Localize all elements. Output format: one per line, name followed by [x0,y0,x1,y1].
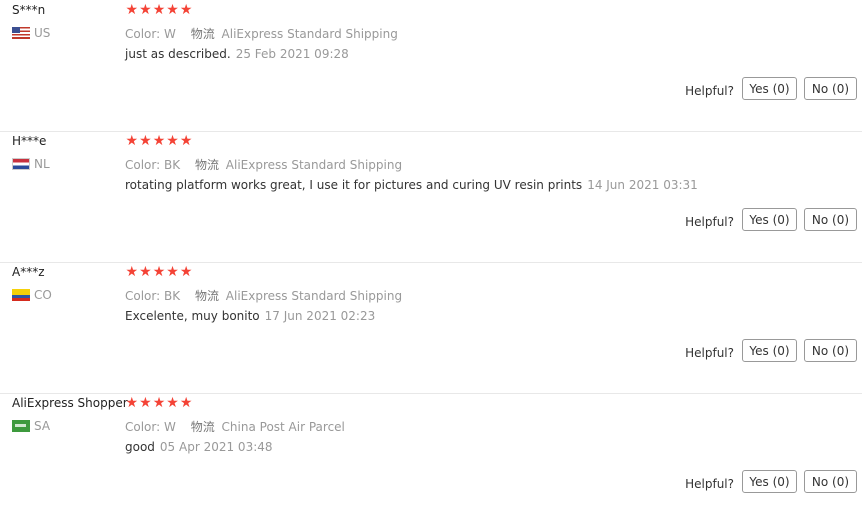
shipping-method: China Post Air Parcel [221,420,345,434]
sku-info: Color: W 物流 AliExpress Standard Shipping [125,25,398,42]
reviewer-name: H***e [12,134,47,148]
star-rating: ★ ★ ★ ★ ★ [125,134,193,148]
review-text: just as described. [125,47,231,61]
reviewer-country: NL [12,157,50,171]
helpful-yes-button[interactable]: Yes (0) [742,339,797,362]
sku-info: Color: W 物流 China Post Air Parcel [125,418,345,435]
us-flag-icon [12,27,30,39]
logistics-label: 物流 [190,420,215,434]
star-icon: ★ [152,395,166,411]
sa-flag-icon [12,420,30,432]
helpful-label: Helpful? [685,83,734,98]
helpful-vote: Helpful? Yes (0) No (0) [685,77,857,100]
review-text-row: just as described. 25 Feb 2021 09:28 [125,47,349,61]
star-icon: ★ [152,264,166,280]
color-value: W [164,27,176,41]
helpful-vote: Helpful? Yes (0) No (0) [685,208,857,231]
review-date: 14 Jun 2021 03:31 [587,178,698,192]
star-icon: ★ [125,395,139,411]
star-icon: ★ [179,264,193,280]
sku-info: Color: BK 物流 AliExpress Standard Shippin… [125,156,402,173]
color-value: W [164,420,176,434]
shipping-method: AliExpress Standard Shipping [225,289,403,303]
star-icon: ★ [166,395,179,411]
review-text: Excelente, muy bonito [125,309,260,323]
nl-flag-icon [12,158,30,170]
review-date: 05 Apr 2021 03:48 [159,440,273,454]
star-icon: ★ [152,2,166,18]
star-icon: ★ [179,395,193,411]
review-date: 25 Feb 2021 09:28 [235,47,349,61]
helpful-no-button[interactable]: No (0) [804,208,857,231]
star-icon: ★ [125,264,139,280]
reviewer-name: AliExpress Shopper [12,396,128,410]
reviewer-name: A***z [12,265,45,279]
star-rating: ★ ★ ★ ★ ★ [125,265,193,279]
color-label: Color: [125,27,161,41]
logistics-label: 物流 [190,27,215,41]
country-code: SA [34,419,51,433]
helpful-label: Helpful? [685,476,734,491]
country-code: CO [34,288,52,302]
review-text-row: rotating platform works great, I use it … [125,178,698,192]
review-text: good [125,440,155,454]
star-rating: ★ ★ ★ ★ ★ [125,3,193,17]
star-rating: ★ ★ ★ ★ ★ [125,396,193,410]
color-value: BK [164,158,181,172]
review-text: rotating platform works great, I use it … [125,178,583,192]
helpful-label: Helpful? [685,214,734,229]
star-icon: ★ [139,133,152,149]
star-icon: ★ [166,133,179,149]
star-icon: ★ [166,264,179,280]
helpful-no-button[interactable]: No (0) [804,470,857,493]
star-icon: ★ [125,133,139,149]
review-item: S***n US ★ ★ ★ ★ ★ Color: W 物流 AliExpress St… [0,0,862,132]
helpful-vote: Helpful? Yes (0) No (0) [685,470,857,493]
sku-info: Color: BK 物流 AliExpress Standard Shippin… [125,287,402,304]
color-label: Color: [125,420,161,434]
reviewer-name: S***n [12,3,46,17]
star-icon: ★ [139,2,152,18]
country-code: US [34,26,51,40]
helpful-yes-button[interactable]: Yes (0) [742,208,797,231]
helpful-vote: Helpful? Yes (0) No (0) [685,339,857,362]
shipping-method: AliExpress Standard Shipping [225,158,403,172]
co-flag-icon [12,289,30,301]
helpful-yes-button[interactable]: Yes (0) [742,77,797,100]
star-icon: ★ [139,264,152,280]
review-date: 17 Jun 2021 02:23 [264,309,376,323]
helpful-label: Helpful? [685,345,734,360]
star-icon: ★ [125,2,139,18]
country-code: NL [34,157,50,171]
color-label: Color: [125,289,161,303]
review-text-row: Excelente, muy bonito 17 Jun 2021 02:23 [125,309,375,323]
color-label: Color: [125,158,161,172]
helpful-no-button[interactable]: No (0) [804,77,857,100]
review-text-row: good 05 Apr 2021 03:48 [125,440,273,454]
logistics-label: 物流 [194,158,219,172]
star-icon: ★ [179,2,193,18]
logistics-label: 物流 [194,289,219,303]
star-icon: ★ [139,395,152,411]
review-item: A***z CO ★ ★ ★ ★ ★ Color: BK 物流 AliExpress S… [0,262,862,394]
reviewer-country: CO [12,288,52,302]
review-item: H***e NL ★ ★ ★ ★ ★ Color: BK 物流 AliExpress S… [0,131,862,263]
star-icon: ★ [179,133,193,149]
review-item: AliExpress Shopper SA ★ ★ ★ ★ ★ Color: W 物流 … [0,393,862,524]
shipping-method: AliExpress Standard Shipping [221,27,398,41]
reviewer-country: SA [12,419,50,433]
helpful-no-button[interactable]: No (0) [804,339,857,362]
star-icon: ★ [152,133,166,149]
helpful-yes-button[interactable]: Yes (0) [742,470,797,493]
color-value: BK [164,289,181,303]
reviewer-country: US [12,26,50,40]
star-icon: ★ [166,2,179,18]
